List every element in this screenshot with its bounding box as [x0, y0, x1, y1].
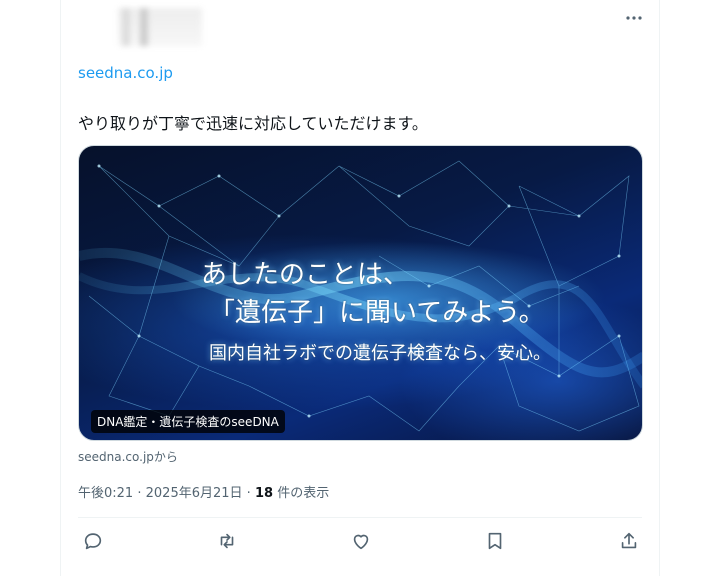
- tweet-time[interactable]: 午後0:21: [78, 486, 133, 501]
- bookmark-icon: [488, 532, 502, 550]
- retweet-icon: [220, 533, 234, 549]
- meta-separator: ·: [137, 486, 142, 501]
- like-icon: [353, 534, 369, 550]
- card-headline-line3: 国内自社ラボでの遺伝子検査なら、安心。: [209, 343, 551, 364]
- share-button[interactable]: [618, 530, 642, 554]
- card-headline-line2: 「遺伝子」に聞いてみよう。: [209, 298, 545, 328]
- more-options-icon[interactable]: [624, 10, 644, 26]
- tweet-text: やり取りが丁寧で迅速に対応していただけます。: [78, 114, 428, 133]
- views-label: 件の表示: [277, 486, 330, 501]
- bookmark-button[interactable]: [484, 530, 508, 554]
- card-source[interactable]: seedna.co.jpから: [78, 448, 178, 465]
- link-preview-card[interactable]: あしたのことは、 「遺伝子」に聞いてみよう。 国内自社ラボでの遺伝子検査なら、安…: [78, 145, 643, 441]
- share-icon: [621, 532, 637, 549]
- divider: [78, 517, 642, 518]
- reply-button[interactable]: [82, 530, 106, 554]
- tweet-date[interactable]: 2025年6月21日: [146, 486, 243, 501]
- reply-icon: [84, 533, 102, 550]
- card-headline-line1: あしたのことは、: [201, 260, 410, 290]
- views-count: 18: [254, 486, 274, 501]
- meta-separator: ·: [246, 486, 251, 501]
- tweet-meta: 午後0:21 · 2025年6月21日 · 18 件の表示: [78, 482, 329, 501]
- blurred-user-info: [118, 8, 202, 46]
- like-button[interactable]: [350, 530, 374, 554]
- tweet-link-url[interactable]: seedna.co.jp: [78, 64, 173, 82]
- retweet-button[interactable]: [216, 530, 240, 554]
- card-title-label: DNA鑑定・遺伝子検査のseeDNA: [91, 410, 285, 433]
